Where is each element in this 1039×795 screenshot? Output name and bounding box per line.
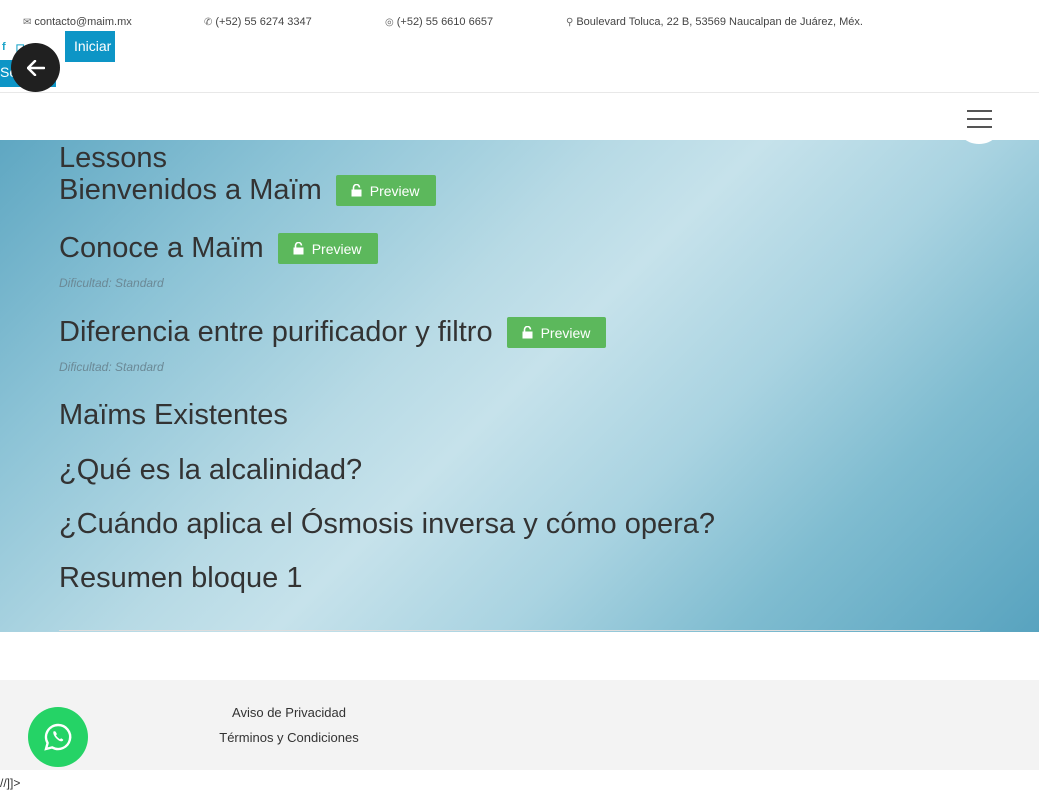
lesson-title[interactable]: Bienvenidos a Maïm	[59, 174, 322, 207]
script-residue-text: //]]>	[0, 776, 21, 790]
top-bar: ✉ contacto@maim.mx ✆ (+52) 55 6274 3347 ◎(…	[0, 0, 1039, 92]
map-marker-icon: ⚲	[566, 17, 574, 28]
facebook-icon[interactable]: f	[2, 41, 6, 54]
lesson-item[interactable]: Conoce a Maïm Preview	[59, 232, 378, 265]
hamburger-icon	[966, 110, 992, 112]
lesson-title[interactable]: Maïms Existentes	[59, 399, 288, 432]
lesson-title[interactable]: ¿Qué es la alcalinidad?	[59, 454, 362, 487]
lesson-title[interactable]: ¿Cuándo aplica el Ósmosis inversa y cómo…	[59, 508, 715, 541]
preview-button[interactable]: Preview	[335, 175, 436, 206]
menu-toggle-button[interactable]	[954, 94, 1004, 144]
whatsapp-icon	[44, 723, 72, 751]
section-title: Lessons	[59, 142, 168, 174]
lesson-title[interactable]: Resumen bloque 1	[59, 562, 302, 595]
unlock-icon	[351, 184, 362, 197]
preview-button[interactable]: Preview	[506, 317, 607, 348]
contact-address: ⚲ Boulevard Toluca, 22 B, 53569 Naucalpan…	[566, 16, 863, 28]
divider	[59, 630, 980, 631]
lesson-item[interactable]: Maïms Existentes	[59, 399, 288, 432]
lesson-difficulty: Dificultad: Standard	[59, 360, 164, 374]
lesson-item[interactable]: Diferencia entre purificador y filtro Pr…	[59, 316, 607, 349]
login-button[interactable]: Iniciar	[65, 31, 115, 62]
phone-icon: ✆	[204, 17, 213, 28]
back-button[interactable]	[11, 43, 60, 92]
footer: Aviso de Privacidad Términos y Condicion…	[0, 680, 1039, 770]
envelope-icon: ✉	[23, 17, 32, 28]
contact-whatsapp[interactable]: ◎ (+52) 55 6610 6657	[385, 16, 493, 28]
unlock-icon	[522, 326, 533, 339]
lesson-title[interactable]: Diferencia entre purificador y filtro	[59, 316, 493, 349]
lesson-item[interactable]: Bienvenidos a Maïm Preview	[59, 174, 436, 207]
lessons-panel	[0, 140, 1039, 632]
unlock-icon	[293, 242, 304, 255]
whatsapp-icon: ◎	[385, 17, 394, 28]
lesson-difficulty: Dificultad: Standard	[59, 276, 164, 290]
contact-phone[interactable]: ✆ (+52) 55 6274 3347	[204, 16, 312, 28]
lesson-title[interactable]: Conoce a Maïm	[59, 232, 264, 265]
contact-email[interactable]: ✉ contacto@maim.mx	[23, 16, 132, 28]
lesson-item[interactable]: Resumen bloque 1	[59, 562, 302, 595]
whatsapp-chat-button[interactable]	[28, 707, 88, 767]
lesson-item[interactable]: ¿Cuándo aplica el Ósmosis inversa y cómo…	[59, 508, 715, 541]
terms-link[interactable]: Términos y Condiciones	[189, 730, 389, 745]
lesson-item[interactable]: ¿Qué es la alcalinidad?	[59, 454, 362, 487]
privacy-link[interactable]: Aviso de Privacidad	[189, 705, 389, 720]
preview-button[interactable]: Preview	[277, 233, 378, 264]
arrow-left-icon	[26, 59, 45, 76]
navbar	[0, 92, 1039, 140]
